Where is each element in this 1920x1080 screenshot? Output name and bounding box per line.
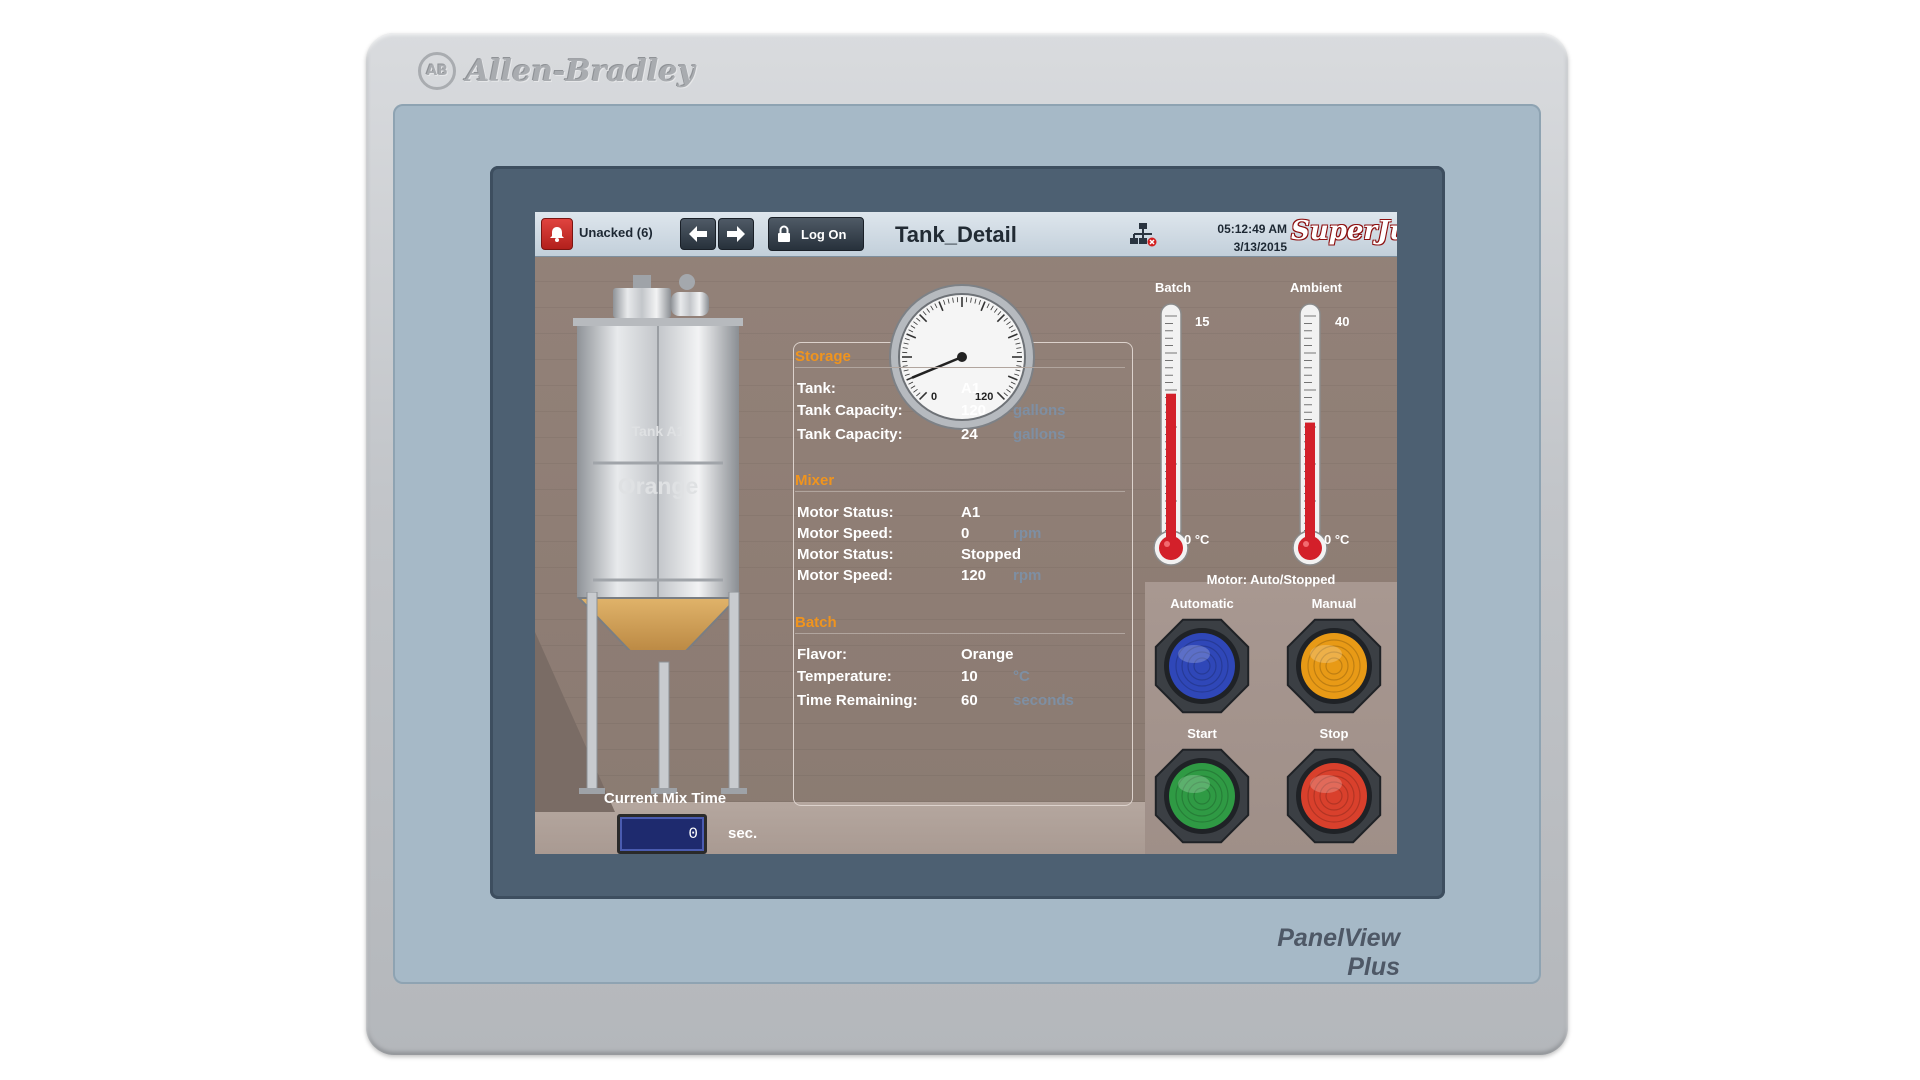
superjuice-logo-text: SuperJuice	[1291, 216, 1397, 246]
row-value: A1	[961, 380, 981, 397]
model-name: PanelView Plus	[1277, 924, 1400, 981]
arrow-left-icon	[689, 226, 707, 242]
mixer-section-rule	[795, 491, 1125, 492]
batch-row: Time Remaining: 60 seconds	[797, 692, 1127, 712]
superjuice-logo: SuperJuice	[1291, 216, 1397, 246]
current-mix-time-display[interactable]: 0	[617, 814, 707, 854]
ambient-therm-min: 0 °C	[1324, 532, 1350, 547]
row-value: 60	[961, 692, 978, 709]
row-value: 120	[961, 567, 987, 584]
hmi-screen: Unacked (6) Log On Tank_Detail 05:12:49 …	[535, 212, 1397, 854]
current-mix-time-unit: sec.	[728, 825, 758, 842]
screen-title: Tank_Detail	[895, 222, 1017, 247]
batch-section-title: Batch	[795, 614, 837, 631]
storage-section-title: Storage	[795, 348, 851, 365]
mixer-section-title: Mixer	[795, 472, 835, 489]
batch-row: Flavor: Orange	[797, 646, 1127, 666]
row-unit: gallons	[1013, 402, 1066, 419]
row-label: Tank Capacity:	[797, 402, 903, 419]
unacked-alarms-label[interactable]: Unacked (6)	[579, 225, 653, 240]
ab-logo-icon: AB	[418, 52, 456, 90]
row-label: Temperature:	[797, 668, 892, 685]
mixer-row: Motor Speed: 120 rpm	[797, 567, 1127, 587]
start-label: Start	[1187, 726, 1217, 741]
start-button[interactable]	[1150, 744, 1254, 848]
mixer-row: Motor Speed: 0 rpm	[797, 525, 1127, 545]
row-label: Tank Capacity:	[797, 426, 903, 443]
motor-status: Motor: Auto/Stopped	[1206, 572, 1336, 587]
row-label: Time Remaining:	[797, 692, 918, 709]
network-status-icon[interactable]	[1129, 222, 1157, 248]
clock-date: 3/13/2015	[1233, 240, 1287, 254]
row-unit: rpm	[1013, 525, 1042, 542]
arrow-right-icon	[727, 226, 745, 242]
row-label: Motor Speed:	[797, 567, 893, 584]
batch-therm-max: 15	[1195, 314, 1210, 329]
title-bar: Unacked (6) Log On Tank_Detail 05:12:49 …	[535, 212, 1397, 257]
row-unit: seconds	[1013, 692, 1074, 709]
alarm-bell-icon[interactable]	[541, 218, 573, 250]
row-label: Motor Speed:	[797, 525, 893, 542]
brand-name: Allen-Bradley	[466, 53, 695, 89]
storage-row: Tank Capacity: 120 gallons	[797, 402, 1127, 422]
brand-logo: AB Allen-Bradley	[418, 50, 695, 92]
lock-icon	[778, 225, 790, 242]
row-label: Motor Status:	[797, 546, 894, 563]
row-value: A1	[961, 504, 981, 521]
manual-label: Manual	[1311, 596, 1357, 611]
stop-label: Stop	[1319, 726, 1349, 741]
clock-time: 05:12:49 AM	[1217, 222, 1287, 236]
tank-name: Tank A1	[632, 423, 685, 439]
mixer-row: Motor Status: Stopped	[797, 546, 1127, 566]
log-on-button[interactable]: Log On	[768, 217, 864, 251]
automatic-label: Automatic	[1170, 596, 1234, 611]
row-value: Stopped	[961, 546, 1021, 563]
forward-button[interactable]	[718, 218, 754, 250]
row-label: Tank:	[797, 380, 836, 397]
automatic-button[interactable]	[1150, 614, 1254, 718]
row-unit: °C	[1013, 668, 1030, 685]
storage-section-rule	[795, 367, 1125, 368]
back-button[interactable]	[680, 218, 716, 250]
row-label: Motor Status:	[797, 504, 894, 521]
row-value: Orange	[961, 646, 1014, 663]
row-value: 0	[961, 525, 970, 542]
tank-legs	[579, 592, 747, 794]
row-unit: gallons	[1013, 426, 1066, 443]
row-label: Flavor:	[797, 646, 848, 663]
mixer-row: Motor Status: A1	[797, 504, 1127, 524]
batch-row: Temperature: 10 °C	[797, 668, 1127, 688]
batch-section-rule	[795, 633, 1125, 634]
stop-button[interactable]	[1282, 744, 1386, 848]
storage-row: Tank Capacity: 24 gallons	[797, 426, 1127, 446]
batch-therm-title: Batch	[1155, 280, 1192, 295]
manual-button[interactable]	[1282, 614, 1386, 718]
ambient-therm-title: Ambient	[1290, 280, 1342, 295]
clock: 05:12:49 AM 3/13/2015	[1187, 220, 1287, 256]
log-on-label: Log On	[801, 226, 847, 242]
tank-flavor: Orange	[618, 473, 699, 499]
ambient-therm-max: 40	[1335, 314, 1350, 329]
batch-therm-min: 0 °C	[1184, 532, 1210, 547]
current-mix-time-label: Current Mix Time	[603, 790, 727, 807]
row-value: 120	[961, 402, 987, 419]
row-value: 24	[961, 426, 978, 443]
storage-row: Tank: A1	[797, 380, 1127, 400]
row-value: 10	[961, 668, 978, 685]
row-unit: rpm	[1013, 567, 1042, 584]
